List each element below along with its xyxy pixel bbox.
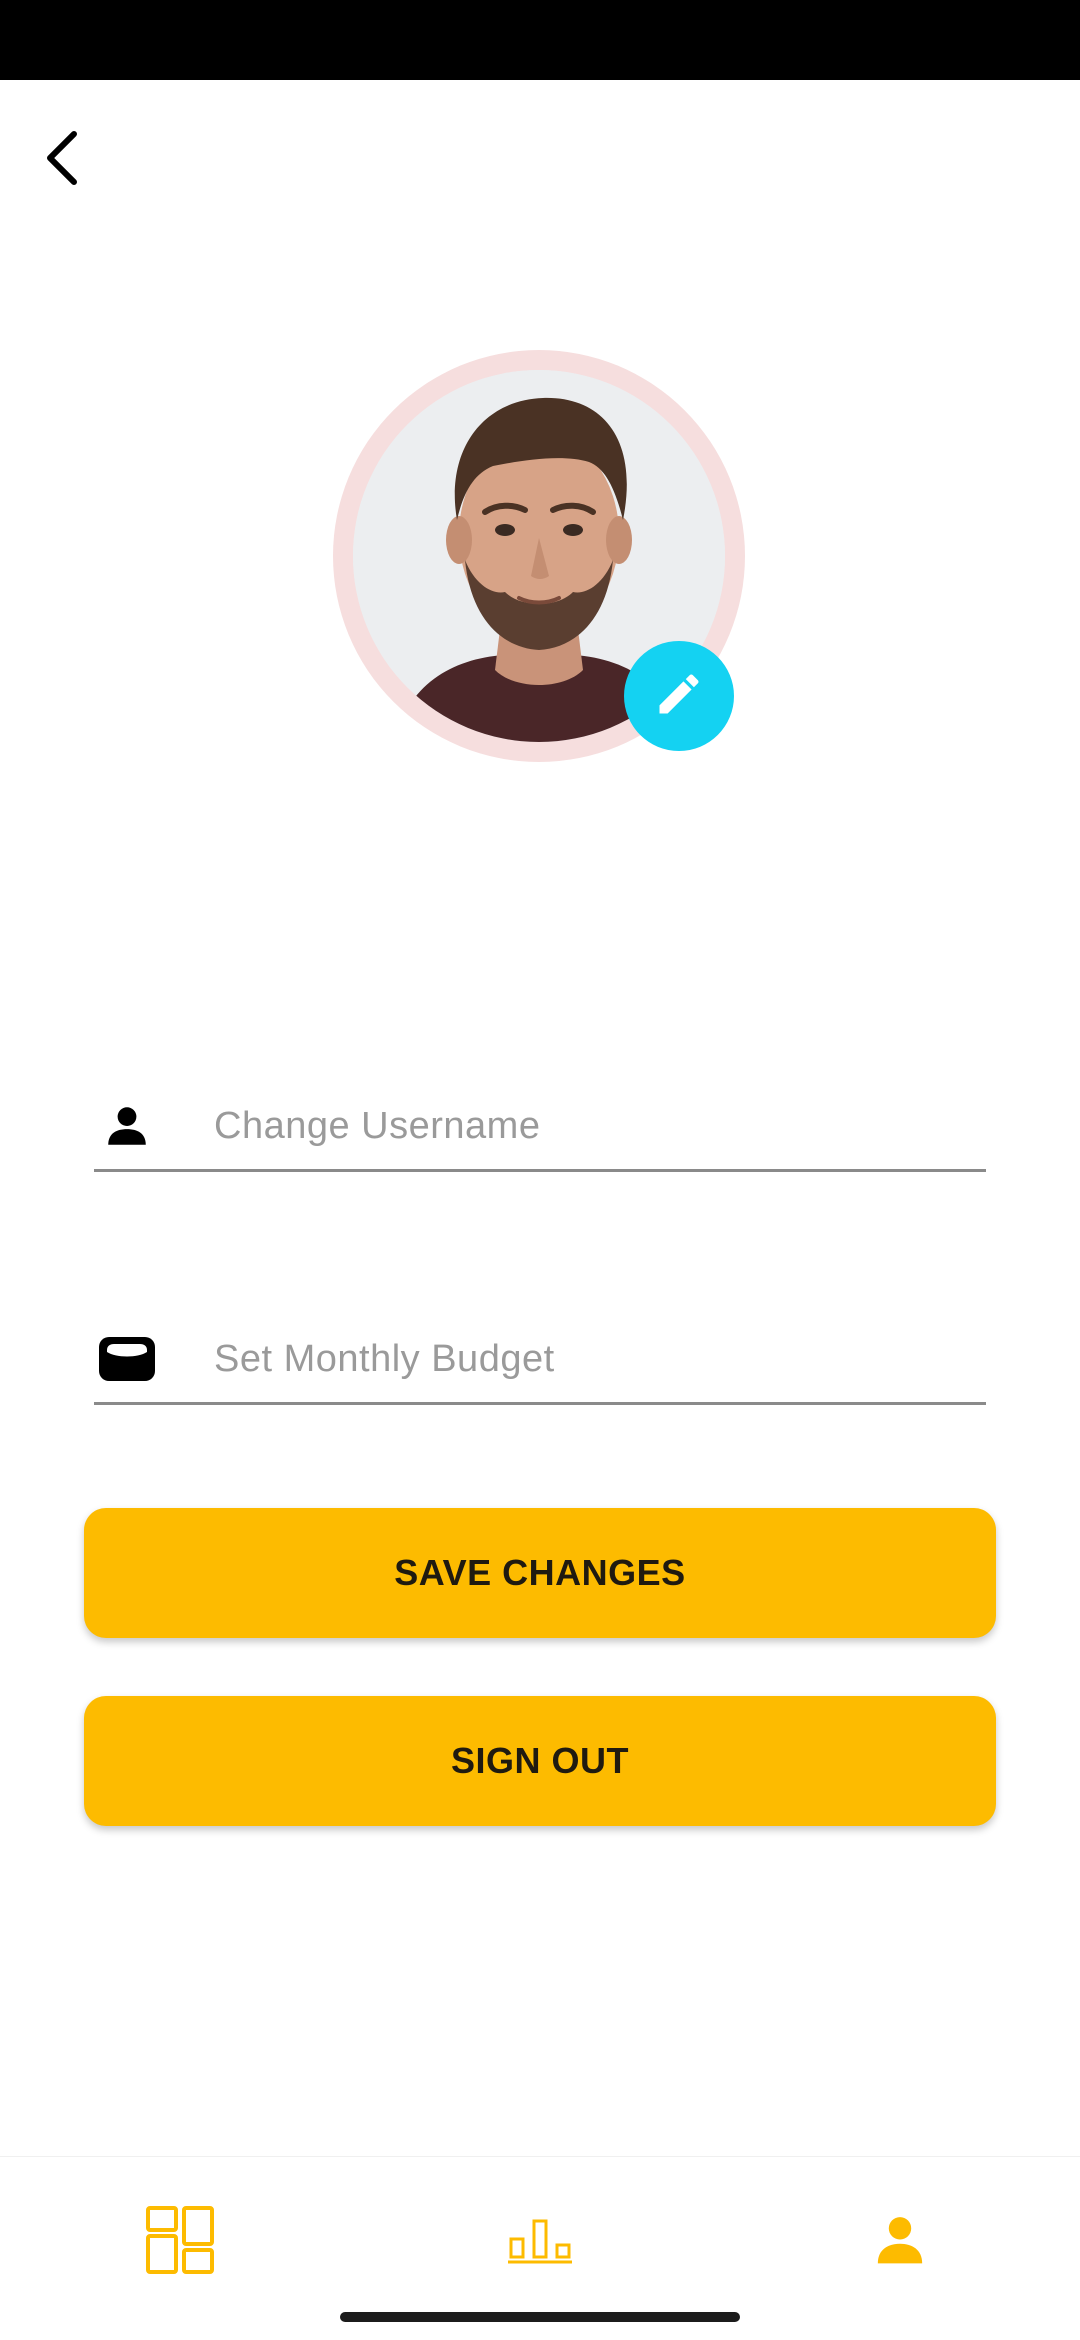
- sign-out-button[interactable]: SIGN OUT: [84, 1696, 996, 1826]
- username-field: [94, 1083, 986, 1172]
- bar-chart-icon: [507, 2215, 573, 2270]
- avatar-container: [333, 350, 745, 762]
- pencil-icon: [653, 668, 705, 725]
- monthly-budget-input[interactable]: [214, 1316, 974, 1402]
- chevron-left-icon: [40, 128, 84, 193]
- monthly-budget-field: [94, 1316, 986, 1405]
- status-bar: [0, 0, 1080, 80]
- dashboard-icon: [145, 2205, 215, 2280]
- nav-item-statistics[interactable]: [480, 2187, 600, 2297]
- username-input[interactable]: [214, 1083, 974, 1169]
- wallet-icon: [94, 1326, 160, 1392]
- back-button[interactable]: [22, 120, 102, 200]
- person-icon: [94, 1093, 160, 1159]
- edit-photo-button[interactable]: [624, 641, 734, 751]
- profile-screen: SAVE CHANGES SIGN OUT: [0, 0, 1080, 2340]
- nav-item-dashboard[interactable]: [120, 2187, 240, 2297]
- save-changes-button[interactable]: SAVE CHANGES: [84, 1508, 996, 1638]
- home-indicator: [340, 2312, 740, 2322]
- nav-item-profile[interactable]: [840, 2187, 960, 2297]
- person-icon: [872, 2212, 928, 2273]
